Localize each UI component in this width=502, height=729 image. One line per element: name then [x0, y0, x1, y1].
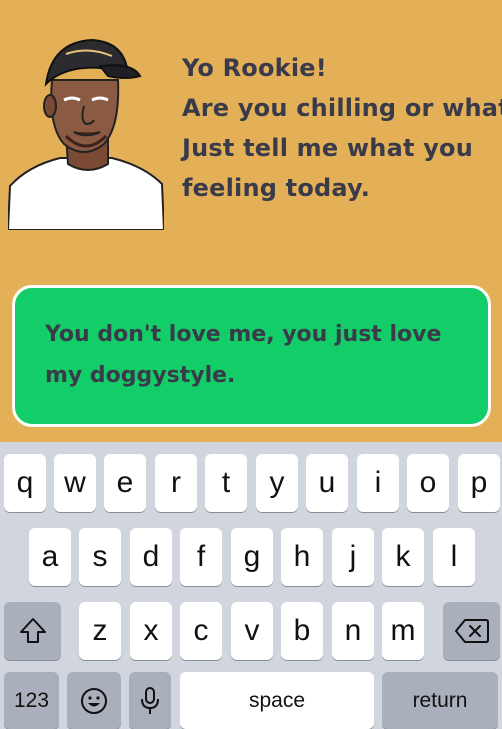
bot-greeting: Yo Rookie! Are you chilling or what? Jus…	[182, 48, 502, 208]
key-y[interactable]: y	[256, 454, 298, 512]
emoji-key[interactable]	[67, 672, 121, 729]
key-p[interactable]: p	[458, 454, 500, 512]
key-o[interactable]: o	[407, 454, 449, 512]
key-e[interactable]: e	[104, 454, 146, 512]
return-key[interactable]: return	[382, 672, 498, 729]
greeting-line: Just tell me what you	[182, 134, 474, 162]
character-avatar	[6, 36, 166, 231]
key-f[interactable]: f	[180, 528, 222, 586]
key-s[interactable]: s	[79, 528, 121, 586]
key-u[interactable]: u	[306, 454, 348, 512]
key-x[interactable]: x	[130, 602, 172, 660]
mic-key[interactable]	[129, 672, 171, 729]
key-w[interactable]: w	[54, 454, 96, 512]
key-a[interactable]: a	[29, 528, 71, 586]
emoji-smiley-icon	[80, 687, 108, 715]
greeting-line: Yo Rookie!	[182, 54, 327, 82]
greeting-line: Are you chilling or what?	[182, 94, 502, 122]
space-key[interactable]: space	[180, 672, 374, 729]
key-k[interactable]: k	[382, 528, 424, 586]
keyboard: q w e r t y u i o p a s d f g h j k l z …	[0, 442, 502, 729]
key-q[interactable]: q	[4, 454, 46, 512]
message-input-text[interactable]: You don't love me, you just love my dogg…	[45, 314, 445, 396]
microphone-icon	[140, 686, 160, 716]
key-v[interactable]: v	[231, 602, 273, 660]
key-m[interactable]: m	[382, 602, 424, 660]
key-c[interactable]: c	[180, 602, 222, 660]
shift-key[interactable]	[4, 602, 61, 660]
backspace-icon	[454, 618, 489, 644]
message-input-box[interactable]: You don't love me, you just love my dogg…	[12, 285, 491, 427]
key-i[interactable]: i	[357, 454, 399, 512]
shift-arrow-icon	[18, 616, 48, 646]
delete-key[interactable]	[443, 602, 500, 660]
key-n[interactable]: n	[332, 602, 374, 660]
key-t[interactable]: t	[205, 454, 247, 512]
key-l[interactable]: l	[433, 528, 475, 586]
key-g[interactable]: g	[231, 528, 273, 586]
greeting-line: feeling today.	[182, 174, 371, 202]
key-d[interactable]: d	[130, 528, 172, 586]
numbers-key[interactable]: 123	[4, 672, 59, 729]
key-z[interactable]: z	[79, 602, 121, 660]
key-j[interactable]: j	[332, 528, 374, 586]
key-b[interactable]: b	[281, 602, 323, 660]
key-h[interactable]: h	[281, 528, 323, 586]
key-r[interactable]: r	[155, 454, 197, 512]
